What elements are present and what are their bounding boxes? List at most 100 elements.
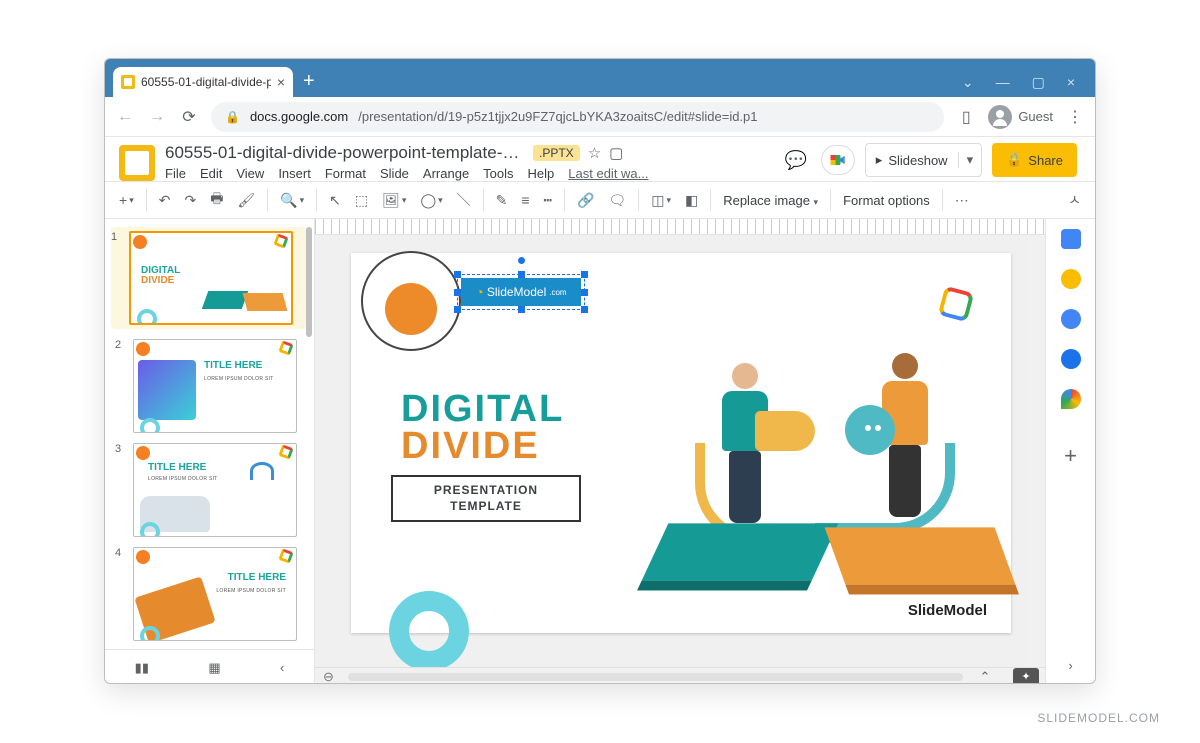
explore-button[interactable]: ✦ xyxy=(1013,668,1039,685)
print-icon[interactable]: 🖶 xyxy=(204,184,229,216)
select-tool-icon[interactable]: ↖ xyxy=(323,188,347,213)
share-label: Share xyxy=(1028,153,1063,168)
menu-view[interactable]: View xyxy=(236,166,264,181)
lock-share-icon: 🔒 xyxy=(1006,152,1022,168)
border-color-icon[interactable]: ✎ xyxy=(490,188,514,213)
doc-title[interactable]: 60555-01-digital-divide-powerpoint-templ… xyxy=(165,143,525,163)
grid-view-icon[interactable]: ▦ xyxy=(208,660,220,676)
menu-arrange[interactable]: Arrange xyxy=(423,166,469,181)
line-icon[interactable]: ＼ xyxy=(451,186,477,214)
address-bar[interactable]: 🔒 docs.google.com/presentation/d/19-p5z1… xyxy=(211,102,944,132)
shape-icon[interactable]: ◯▾ xyxy=(414,188,448,213)
new-tab-button[interactable]: + xyxy=(293,70,325,97)
hide-menus-icon[interactable]: ㅅ xyxy=(1062,186,1087,214)
hide-sidepanel-icon[interactable]: › xyxy=(1056,646,1084,684)
link-icon[interactable]: 🔗 xyxy=(571,188,600,213)
url-path: /presentation/d/19-p5z1tjjx2u9FZ7qjcLbYK… xyxy=(358,109,757,124)
textbox-icon[interactable]: ⬚ xyxy=(349,188,374,213)
app-header: 60555-01-digital-divide-powerpoint-templ… xyxy=(105,137,1095,181)
zoom-icon[interactable]: 🔍▾ xyxy=(274,188,310,213)
speaker-notes-toggle[interactable]: ⌃ xyxy=(969,668,1001,685)
work-area: 1 DIGITAL DIVIDE 2 xyxy=(105,219,1095,684)
thumb-number: 2 xyxy=(115,339,127,433)
crop-icon[interactable]: ◫▾ xyxy=(645,188,677,213)
canvas-area: SlideModel.com DIGITAL DIVIDE PRESENTATI… xyxy=(315,219,1045,684)
menu-tools[interactable]: Tools xyxy=(483,166,513,181)
close-window-icon[interactable]: × xyxy=(1067,74,1075,91)
slide-canvas[interactable]: SlideModel.com DIGITAL DIVIDE PRESENTATI… xyxy=(351,253,1011,633)
keep-icon[interactable] xyxy=(1061,269,1081,289)
format-options-button[interactable]: Format options xyxy=(837,193,936,208)
menu-bar: File Edit View Insert Format Slide Arran… xyxy=(165,163,649,181)
back-icon[interactable]: ← xyxy=(115,108,135,126)
thumbnail-3[interactable]: 3 TITLE HERE LOREM IPSUM DOLOR SIT xyxy=(115,443,306,537)
redo-icon[interactable]: ↷ xyxy=(178,188,202,213)
close-tab-icon[interactable]: × xyxy=(277,75,285,89)
zoom-out-icon[interactable]: ⊖ xyxy=(315,669,342,685)
address-bar-row: ← → ⟳ 🔒 docs.google.com/presentation/d/1… xyxy=(105,97,1095,137)
meet-button[interactable] xyxy=(821,145,855,175)
border-weight-icon[interactable]: ≡ xyxy=(515,188,535,212)
maximize-icon[interactable]: ▢ xyxy=(1032,74,1045,91)
border-dash-icon[interactable]: ┅ xyxy=(538,188,558,213)
calendar-icon[interactable] xyxy=(1061,229,1081,249)
headline-divide[interactable]: DIVIDE xyxy=(401,425,540,468)
mask-icon[interactable]: ◧ xyxy=(679,188,704,213)
comment-icon[interactable]: 🗨 xyxy=(602,188,632,213)
slide-illustration[interactable] xyxy=(635,333,1005,613)
lock-icon: 🔒 xyxy=(225,110,240,124)
side-panel-icon[interactable]: ▯ xyxy=(956,107,976,127)
subtitle-box[interactable]: PRESENTATION TEMPLATE xyxy=(391,475,581,522)
thumb-number: 1 xyxy=(111,231,123,325)
comments-icon[interactable]: 💬 xyxy=(781,145,811,175)
paint-format-icon[interactable]: 🖌 xyxy=(231,188,261,213)
extension-badge: .PPTX xyxy=(533,145,580,161)
horizontal-scrollbar[interactable] xyxy=(348,673,963,681)
thumbnail-4[interactable]: 4 TITLE HERE LOREM IPSUM DOLOR SIT xyxy=(115,547,306,641)
thumb-scrollbar[interactable] xyxy=(306,227,312,337)
selection-handles[interactable] xyxy=(457,274,585,310)
collapse-panel-icon[interactable]: ‹ xyxy=(280,660,284,675)
meet-icon xyxy=(828,150,848,170)
contacts-icon[interactable] xyxy=(1061,349,1081,369)
thumbnail-1[interactable]: 1 DIGITAL DIVIDE xyxy=(111,227,306,329)
move-icon[interactable]: ▢ xyxy=(609,144,623,162)
profile-button[interactable]: Guest xyxy=(988,105,1053,129)
addons-plus-icon[interactable]: + xyxy=(1064,443,1077,469)
vertical-scrollbar[interactable] xyxy=(1029,235,1045,667)
menu-file[interactable]: File xyxy=(165,166,186,181)
url-host: docs.google.com xyxy=(250,109,348,124)
slideshow-button[interactable]: ▸Slideshow ▾ xyxy=(865,143,982,177)
thumbnail-2[interactable]: 2 TITLE HERE LOREM IPSUM DOLOR SIT xyxy=(115,339,306,433)
maps-icon[interactable] xyxy=(1061,389,1081,409)
slideshow-caret-icon[interactable]: ▾ xyxy=(958,152,982,168)
menu-format[interactable]: Format xyxy=(325,166,366,181)
minimize-icon[interactable]: — xyxy=(996,74,1010,91)
menu-edit[interactable]: Edit xyxy=(200,166,222,181)
tasks-icon[interactable] xyxy=(1061,309,1081,329)
slide-footer[interactable]: SlideModel xyxy=(908,602,987,619)
decor-ring-icon xyxy=(938,286,975,323)
more-icon[interactable]: ⋯ xyxy=(949,188,975,213)
menu-insert[interactable]: Insert xyxy=(278,166,311,181)
reload-icon[interactable]: ⟳ xyxy=(179,107,199,127)
replace-image-button[interactable]: Replace image ▾ xyxy=(717,193,824,208)
image-icon[interactable]: 🖼▾ xyxy=(376,188,412,213)
slideshow-label: Slideshow xyxy=(888,153,947,168)
chrome-menu-icon[interactable]: ⋮ xyxy=(1065,107,1085,127)
chevron-down-icon[interactable]: ⌄ xyxy=(962,74,974,91)
canvas-bottom-bar: ⊖ ⌃ ✦ xyxy=(315,667,1045,684)
undo-icon[interactable]: ↶ xyxy=(153,188,177,213)
share-button[interactable]: 🔒 Share xyxy=(992,143,1077,177)
last-edit-link[interactable]: Last edit wa... xyxy=(568,166,648,181)
filmstrip-view-icon[interactable]: ▮▮ xyxy=(135,660,149,676)
star-icon[interactable]: ☆ xyxy=(588,144,601,162)
browser-tab[interactable]: 60555-01-digital-divide-powerpc × xyxy=(113,67,293,97)
menu-slide[interactable]: Slide xyxy=(380,166,409,181)
slides-logo-icon[interactable] xyxy=(119,145,155,181)
menu-help[interactable]: Help xyxy=(528,166,555,181)
forward-icon[interactable]: → xyxy=(147,108,167,126)
new-slide-button[interactable]: +▾ xyxy=(113,188,140,212)
decor-dot-icon xyxy=(385,283,437,335)
canvas-wrap[interactable]: SlideModel.com DIGITAL DIVIDE PRESENTATI… xyxy=(315,235,1045,667)
